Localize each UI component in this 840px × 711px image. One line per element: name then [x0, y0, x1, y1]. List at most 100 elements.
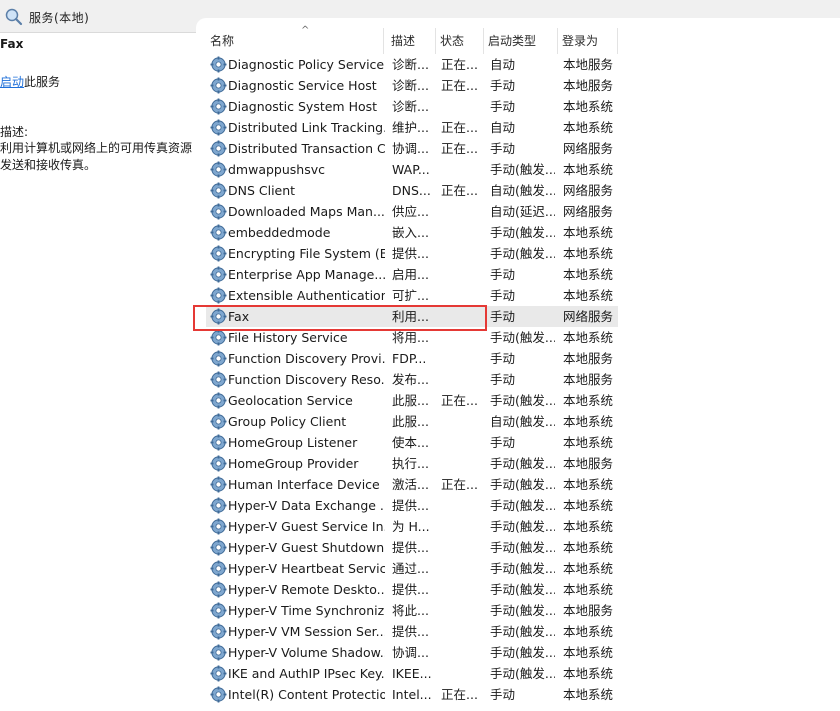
service-logon-as-cell: 本地系统 [563, 288, 614, 303]
service-startup-type-cell: 手动(触发... [490, 645, 555, 660]
service-gear-icon [210, 329, 227, 346]
window-title: 服务(本地) [29, 11, 90, 25]
service-startup-type-cell: 手动(触发... [490, 477, 555, 492]
service-startup-type-cell: 手动(触发... [490, 246, 555, 261]
service-logon-as-cell: 本地服务 [563, 603, 614, 618]
service-startup-type-cell: 自动(触发... [490, 183, 555, 198]
service-status-cell [441, 495, 485, 516]
service-row[interactable]: HomeGroup Provider 执行... 手动(触发... 本地服务 [206, 453, 616, 474]
service-row[interactable]: Hyper-V Heartbeat Service 通过... 手动(触发... 本地… [206, 558, 616, 579]
service-logon-as-cell: 本地系统 [563, 267, 614, 282]
service-status-cell [441, 558, 485, 579]
column-header-startup-type-label: 启动类型 [488, 34, 537, 48]
service-status-cell: 正在... [441, 120, 478, 135]
column-header-description[interactable]: 描述 [387, 28, 436, 54]
service-row[interactable]: Distributed Link Tracking... 维护... 正在... 自动… [206, 117, 616, 138]
service-gear-icon [210, 581, 227, 598]
service-name-cell: Hyper-V Guest Shutdown... [228, 540, 385, 555]
service-row[interactable]: Group Policy Client 此服... 自动(触发... 本地系统 [206, 411, 616, 432]
service-startup-type-cell: 手动 [490, 435, 516, 450]
service-row[interactable]: Hyper-V Data Exchange ... 提供... 手动(触发... 本地… [206, 495, 616, 516]
service-gear-icon [210, 203, 227, 220]
service-row[interactable]: Hyper-V Remote Deskto... 提供... 手动(触发... 本地系… [206, 579, 616, 600]
column-header-startup-type[interactable]: 启动类型 [484, 28, 558, 54]
service-startup-type-cell: 手动 [490, 267, 516, 282]
service-startup-type-cell: 手动 [490, 141, 516, 156]
service-name-cell: File History Service [228, 330, 348, 345]
service-description-cell: FDP... [392, 351, 427, 366]
description-label: 描述: [0, 125, 29, 139]
service-logon-as-cell: 网络服务 [563, 183, 614, 198]
services-list-pane: ^ 名称 描述 状态 启动类型 登录为 Diagnostic Policy Se… [196, 18, 840, 711]
service-description-cell: 提供... [392, 582, 429, 597]
service-startup-type-cell: 手动 [490, 372, 516, 387]
service-status-cell [441, 369, 485, 390]
service-gear-icon [210, 350, 227, 367]
service-name-cell: Hyper-V Guest Service In... [228, 519, 385, 534]
service-logon-as-cell: 本地服务 [563, 351, 614, 366]
service-name-cell: Encrypting File System (E... [228, 246, 385, 261]
service-row[interactable]: Human Interface Device ... 激活... 正在... 手动(触… [206, 474, 616, 495]
start-service-link[interactable]: 启动 [0, 75, 24, 89]
service-gear-icon [210, 224, 227, 241]
service-description-cell: 提供... [392, 624, 429, 639]
service-row[interactable]: Extensible Authentication... 可扩... 手动 本地系统 [206, 285, 616, 306]
column-header-status[interactable]: 状态 [436, 28, 484, 54]
service-description-cell: 通过... [392, 561, 429, 576]
service-row[interactable]: embeddedmode 嵌入... 手动(触发... 本地系统 [206, 222, 616, 243]
service-row[interactable]: Hyper-V Volume Shadow... 协调... 手动(触发... 本地系… [206, 642, 616, 663]
service-row[interactable]: DNS Client DNS... 正在... 自动(触发... 网络服务 [206, 180, 616, 201]
service-row[interactable]: Hyper-V Time Synchroniz... 将此... 手动(触发... 本… [206, 600, 616, 621]
service-status-cell: 正在... [441, 141, 478, 156]
service-startup-type-cell: 自动 [490, 120, 516, 135]
service-action-line: 启动此服务 [0, 73, 60, 90]
service-logon-as-cell: 本地系统 [563, 498, 614, 513]
start-service-suffix: 此服务 [24, 75, 61, 89]
service-row[interactable]: Diagnostic Service Host 诊断... 正在... 手动 本地服务 [206, 75, 616, 96]
service-status-cell: 正在... [441, 393, 478, 408]
service-row[interactable]: Hyper-V VM Session Ser... 提供... 手动(触发... 本地… [206, 621, 616, 642]
service-row[interactable]: dmwappushsvc WAP... 手动(触发... 本地系统 [206, 159, 616, 180]
service-row[interactable]: HomeGroup Listener 使本... 手动 本地系统 [206, 432, 616, 453]
service-logon-as-cell: 本地系统 [563, 330, 614, 345]
service-gear-icon [210, 245, 227, 262]
service-logon-as-cell: 本地系统 [563, 561, 614, 576]
service-row[interactable]: File History Service 将用... 手动(触发... 本地系统 [206, 327, 616, 348]
service-row[interactable]: Diagnostic System Host 诊断... 手动 本地系统 [206, 96, 616, 117]
service-logon-as-cell: 本地系统 [563, 477, 614, 492]
column-header-logon-as[interactable]: 登录为 [558, 28, 618, 54]
service-name-cell: Group Policy Client [228, 414, 347, 429]
service-name-cell: Fax [228, 309, 250, 324]
service-row[interactable]: Hyper-V Guest Shutdown... 提供... 手动(触发... 本地… [206, 537, 616, 558]
service-logon-as-cell: 本地系统 [563, 687, 614, 702]
service-name-cell: Geolocation Service [228, 393, 353, 408]
service-row[interactable]: Intel(R) Content Protectio... Intel... 正在.… [206, 684, 616, 705]
service-row[interactable]: Encrypting File System (E... 提供... 手动(触发..… [206, 243, 616, 264]
service-gear-icon [210, 665, 227, 682]
service-status-cell: 正在... [441, 78, 478, 93]
service-logon-as-cell: 本地系统 [563, 99, 614, 114]
service-row[interactable]: Distributed Transaction C... 协调... 正在... 手动… [206, 138, 616, 159]
service-row[interactable]: Function Discovery Reso... 发布... 手动 本地服务 [206, 369, 616, 390]
service-row[interactable]: Hyper-V Guest Service In... 为 H... 手动(触发..… [206, 516, 616, 537]
service-row[interactable]: Enterprise App Manage... 启用... 手动 本地系统 [206, 264, 616, 285]
service-row[interactable]: Diagnostic Policy Service 诊断... 正在... 自动 本地服… [206, 54, 616, 75]
service-name-cell: HomeGroup Listener [228, 435, 358, 450]
service-status-cell [441, 285, 485, 306]
column-header-row: ^ 名称 描述 状态 启动类型 登录为 [196, 25, 840, 54]
column-header-name[interactable]: ^ 名称 [206, 25, 384, 54]
service-row[interactable]: IKE and AuthIP IPsec Key... IKEE... 手动(触发.… [206, 663, 616, 684]
service-startup-type-cell: 手动(触发... [490, 225, 555, 240]
service-description-cell: IKEE... [392, 666, 432, 681]
service-row[interactable]: Geolocation Service 此服... 正在... 手动(触发... 本地系… [206, 390, 616, 411]
service-logon-as-cell: 本地系统 [563, 540, 614, 555]
service-gear-icon [210, 455, 227, 472]
service-row[interactable]: Function Discovery Provi... FDP... 手动 本地服务 [206, 348, 616, 369]
service-startup-type-cell: 手动(触发... [490, 561, 555, 576]
service-row[interactable]: Downloaded Maps Man... 供应... 自动(延迟... 网络服务 [206, 201, 616, 222]
service-name-cell: Hyper-V Heartbeat Service [228, 561, 385, 576]
service-row[interactable]: Fax 利用... 手动 网络服务 [206, 306, 618, 327]
service-name-cell: dmwappushsvc [228, 162, 326, 177]
service-gear-icon [210, 371, 227, 388]
service-logon-as-cell: 本地服务 [563, 456, 614, 471]
